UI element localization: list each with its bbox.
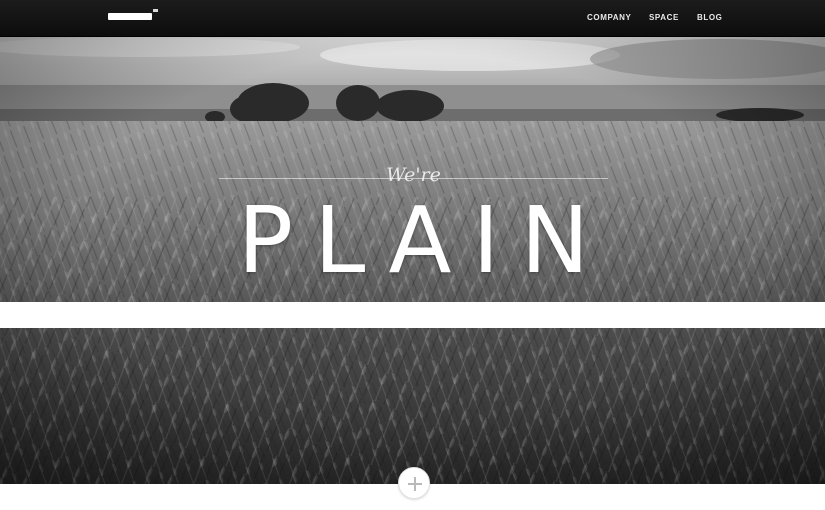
- main-nav: COMPANY SPACE BLOG: [0, 13, 825, 25]
- headline-rule-bottom: [0, 302, 825, 328]
- hero: We're PLAIN: [0, 37, 825, 484]
- expand-button[interactable]: [398, 467, 430, 499]
- trademark-mark: [153, 9, 158, 12]
- nav-company[interactable]: COMPANY: [587, 13, 632, 22]
- plus-icon: [408, 477, 422, 491]
- top-bar: COMPANY SPACE BLOG: [0, 0, 825, 37]
- headline: PLAIN: [237, 187, 611, 294]
- nav-space[interactable]: SPACE: [649, 13, 679, 22]
- nav-blog[interactable]: BLOG: [697, 13, 723, 22]
